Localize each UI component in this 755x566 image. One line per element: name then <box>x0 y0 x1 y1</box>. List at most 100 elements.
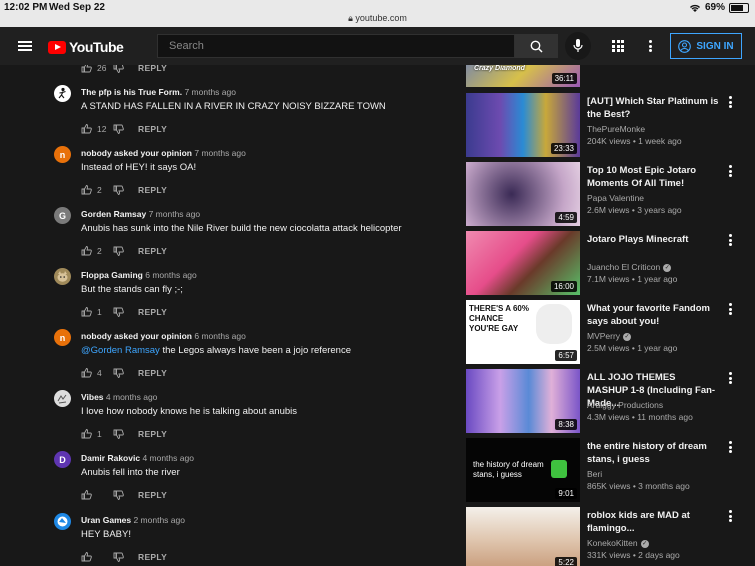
reply-button[interactable]: REPLY <box>138 429 167 439</box>
reply-button[interactable]: REPLY <box>138 246 167 256</box>
like-count: 12 <box>97 124 107 134</box>
video-channel[interactable]: MVPerry ✓ <box>587 331 632 341</box>
dislike-icon[interactable] <box>113 65 124 73</box>
dislike-icon[interactable] <box>113 490 124 500</box>
video-thumbnail[interactable]: 16:00 <box>466 231 580 295</box>
avatar[interactable]: n <box>54 329 71 346</box>
video-thumbnail[interactable]: THERE'S A 60% CHANCE YOU'RE GAY 6:57 <box>466 300 580 364</box>
comment-author[interactable]: Gorden Ramsay <box>81 209 146 219</box>
like-icon[interactable] <box>81 552 92 562</box>
video-title[interactable]: Top 10 Most Epic Jotaro Moments Of All T… <box>587 164 719 190</box>
comment-author[interactable]: The pfp is his True Form. <box>81 87 182 97</box>
comment-author[interactable]: nobody asked your opinion <box>81 331 192 341</box>
video-title[interactable]: roblox kids are MAD at flamingo... <box>587 509 719 535</box>
video-meta: 7.1M views • 1 year ago <box>587 274 678 284</box>
like-icon[interactable] <box>81 307 92 317</box>
comment-author[interactable]: Damir Rakovic <box>81 453 140 463</box>
microphone-icon <box>573 39 583 52</box>
like-icon[interactable] <box>81 490 92 500</box>
mention-link[interactable]: @Gorden Ramsay <box>81 345 160 356</box>
comment-author[interactable]: nobody asked your opinion <box>81 148 192 158</box>
dislike-icon[interactable] <box>113 429 124 439</box>
video-more-icon[interactable] <box>729 510 732 524</box>
apps-grid-icon[interactable] <box>612 40 624 52</box>
youtube-logo[interactable]: YouTube <box>48 39 124 55</box>
settings-more-icon[interactable] <box>649 40 652 54</box>
search-button[interactable] <box>515 34 558 58</box>
comment-time[interactable]: 4 months ago <box>106 392 158 402</box>
video-thumbnail[interactable]: 4:59 <box>466 162 580 226</box>
video-title[interactable]: Jotaro Plays Minecraft <box>587 233 719 246</box>
video-channel[interactable]: Ardiggy Productions <box>587 400 663 410</box>
sign-in-button[interactable]: SIGN IN <box>670 33 742 59</box>
dislike-icon[interactable] <box>113 246 124 256</box>
voice-search-button[interactable] <box>565 32 591 60</box>
comment-time[interactable]: 6 months ago <box>145 270 197 280</box>
video-more-icon[interactable] <box>729 96 732 110</box>
comment-time[interactable]: 4 months ago <box>142 453 194 463</box>
like-icon[interactable] <box>81 185 92 195</box>
like-icon[interactable] <box>81 65 92 73</box>
dislike-icon[interactable] <box>113 368 124 378</box>
reply-button[interactable]: REPLY <box>138 124 167 134</box>
dislike-icon[interactable] <box>113 552 124 562</box>
reply-button[interactable]: REPLY <box>138 65 167 73</box>
like-count: 26 <box>97 65 107 73</box>
verified-icon: ✓ <box>640 539 649 548</box>
dislike-icon[interactable] <box>113 307 124 317</box>
comment-time[interactable]: 7 months ago <box>184 87 236 97</box>
logo-text: YouTube <box>69 39 124 55</box>
comment-time[interactable]: 6 months ago <box>194 331 246 341</box>
video-thumbnail[interactable]: the history of dream stans, i guess 9:01 <box>466 438 580 502</box>
video-more-icon[interactable] <box>729 303 732 317</box>
comment-author[interactable]: Uran Games <box>81 515 131 525</box>
like-icon[interactable] <box>81 429 92 439</box>
video-duration: 36:11 <box>551 73 577 84</box>
video-more-icon[interactable] <box>729 234 732 248</box>
smiley-icon <box>551 460 567 478</box>
comment-time[interactable]: 7 months ago <box>149 209 201 219</box>
like-icon[interactable] <box>81 368 92 378</box>
video-channel[interactable]: Juancho El Criticon ✓ <box>587 262 672 272</box>
like-icon[interactable] <box>81 124 92 134</box>
like-icon[interactable] <box>81 246 92 256</box>
comment-time[interactable]: 7 months ago <box>194 148 246 158</box>
avatar[interactable]: n <box>54 146 71 163</box>
avatar[interactable]: D <box>54 451 71 468</box>
avatar[interactable] <box>54 390 71 407</box>
video-thumbnail[interactable]: 8:38 <box>466 369 580 433</box>
dislike-icon[interactable] <box>113 185 124 195</box>
menu-icon[interactable] <box>18 41 32 51</box>
video-channel[interactable]: Beri <box>587 469 602 479</box>
video-thumbnail[interactable]: Crazy Diamond 36:11 <box>466 65 580 87</box>
address-bar[interactable]: 🔒︎ youtube.com <box>0 13 755 24</box>
avatar[interactable] <box>54 268 71 285</box>
reply-button[interactable]: REPLY <box>138 185 167 195</box>
video-more-icon[interactable] <box>729 165 732 179</box>
video-channel[interactable]: Papa Valentine <box>587 193 644 203</box>
comment-author[interactable]: Floppa Gaming <box>81 270 143 280</box>
video-title[interactable]: What your favorite Fandom says about you… <box>587 302 719 328</box>
avatar[interactable]: G <box>54 207 71 224</box>
video-thumbnail[interactable]: 23:33 <box>466 93 580 157</box>
video-channel[interactable]: ThePureMonke <box>587 124 645 134</box>
reply-button[interactable]: REPLY <box>138 368 167 378</box>
video-more-icon[interactable] <box>729 441 732 455</box>
reply-button[interactable]: REPLY <box>138 552 167 562</box>
video-channel[interactable]: KonekoKitten ✓ <box>587 538 649 548</box>
comment-author[interactable]: Vibes <box>81 392 104 402</box>
video-thumbnail[interactable]: 5:22 <box>466 507 580 566</box>
verified-icon: ✓ <box>623 332 632 341</box>
comment-time[interactable]: 2 months ago <box>133 515 185 525</box>
skull-icon <box>536 304 572 344</box>
video-title[interactable]: [AUT] Which Star Platinum is the Best? <box>587 95 719 121</box>
reply-button[interactable]: REPLY <box>138 307 167 317</box>
dislike-icon[interactable] <box>113 124 124 134</box>
reply-button[interactable]: REPLY <box>138 490 167 500</box>
avatar[interactable] <box>54 513 71 530</box>
video-duration: 16:00 <box>550 281 577 292</box>
avatar[interactable] <box>54 85 71 102</box>
video-more-icon[interactable] <box>729 372 732 386</box>
video-title[interactable]: the entire history of dream stans, i gue… <box>587 440 719 466</box>
search-input[interactable]: Search <box>157 34 515 58</box>
